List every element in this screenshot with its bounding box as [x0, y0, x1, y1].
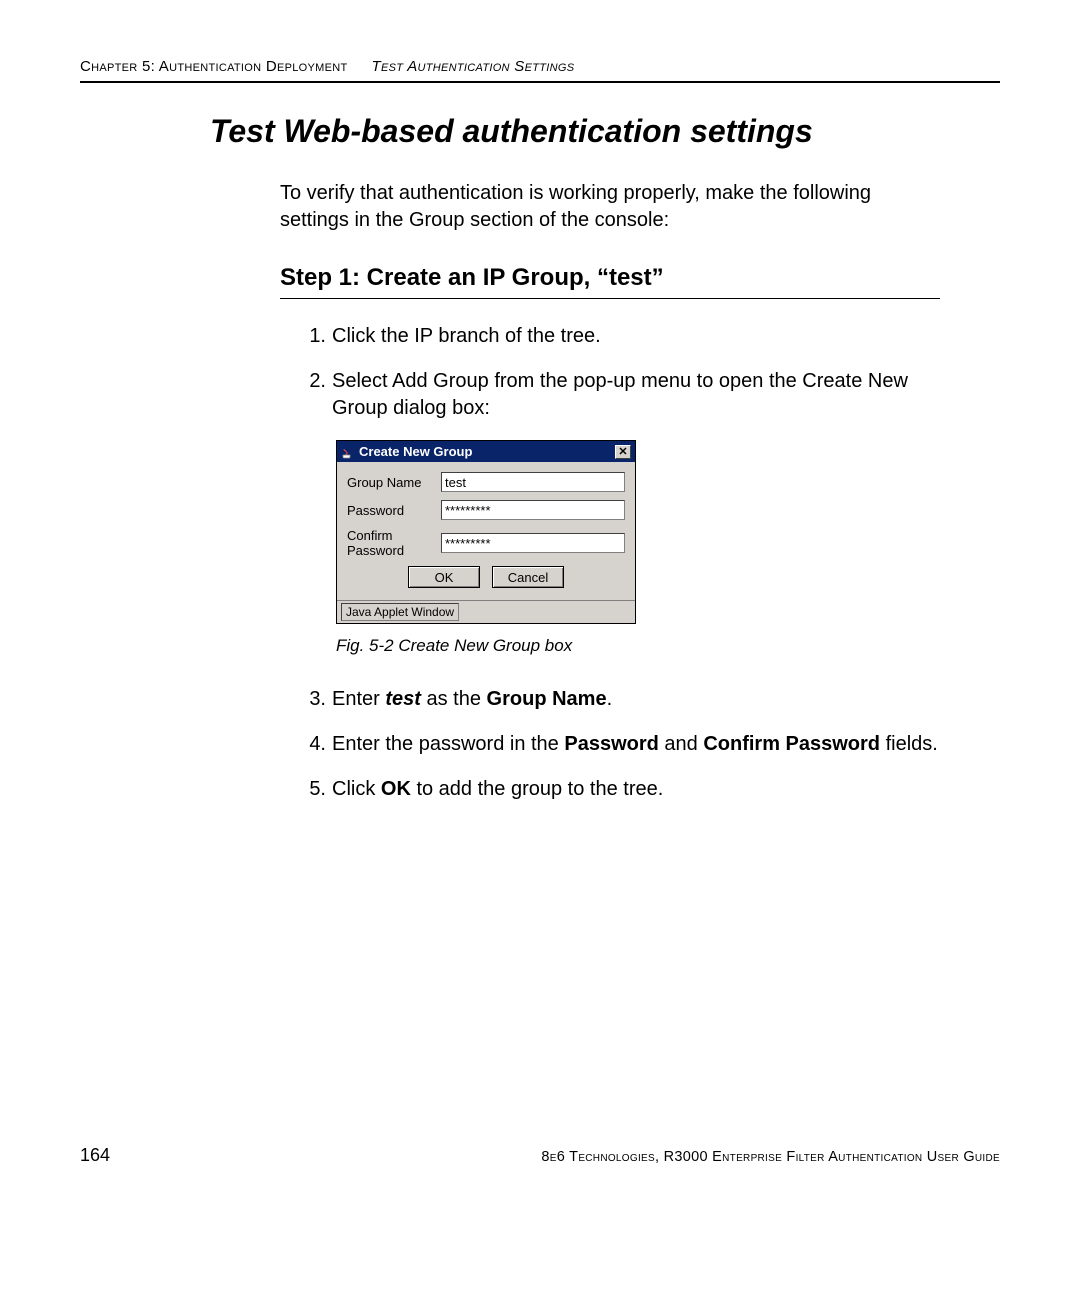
running-header: Chapter 5: Authentication Deployment Tes…: [80, 58, 1000, 83]
list-item: 4. Enter the password in the Password an…: [302, 731, 940, 758]
page-footer: 164 8e6 Technologies, R3000 Enterprise F…: [80, 1145, 1000, 1166]
password-input[interactable]: [441, 500, 625, 520]
dialog-status-bar: Java Applet Window: [337, 600, 635, 623]
footer-text: 8e6 Technologies, R3000 Enterprise Filte…: [541, 1149, 1000, 1165]
group-name-label: Group Name: [347, 475, 441, 490]
status-text: Java Applet Window: [341, 603, 459, 621]
confirm-password-label: Confirm Password: [347, 528, 441, 558]
java-icon: [341, 445, 355, 459]
form-row-password: Password: [347, 500, 625, 520]
list-text: Click the IP branch of the tree.: [332, 323, 940, 350]
dialog-titlebar: Create New Group ✕: [337, 441, 635, 462]
list-text: Select Add Group from the pop-up menu to…: [332, 368, 940, 422]
figure: Create New Group ✕ Group Name Password C…: [336, 440, 1000, 624]
list-number: 3.: [302, 686, 332, 713]
close-button[interactable]: ✕: [615, 445, 631, 459]
intro-paragraph: To verify that authentication is working…: [280, 180, 940, 234]
list-number: 1.: [302, 323, 332, 350]
list-item: 1. Click the IP branch of the tree.: [302, 323, 940, 350]
cancel-button[interactable]: Cancel: [492, 566, 564, 588]
header-chapter: Chapter 5: Authentication Deployment: [80, 58, 348, 75]
create-new-group-dialog: Create New Group ✕ Group Name Password C…: [336, 440, 636, 624]
password-label: Password: [347, 503, 441, 518]
dialog-title-text: Create New Group: [359, 444, 472, 459]
group-name-input[interactable]: [441, 472, 625, 492]
figure-caption: Fig. 5-2 Create New Group box: [336, 636, 1000, 656]
list-number: 2.: [302, 368, 332, 422]
step-heading: Step 1: Create an IP Group, “test”: [280, 264, 940, 299]
list-number: 5.: [302, 776, 332, 803]
list-text: Enter test as the Group Name.: [332, 686, 940, 713]
header-section: Test Authentication Settings: [372, 58, 575, 75]
confirm-password-input[interactable]: [441, 533, 625, 553]
list-item: 5. Click OK to add the group to the tree…: [302, 776, 940, 803]
ok-button[interactable]: OK: [408, 566, 480, 588]
list-item: 2. Select Add Group from the pop-up menu…: [302, 368, 940, 422]
dialog-body: Group Name Password Confirm Password OK …: [337, 462, 635, 600]
list-item: 3. Enter test as the Group Name.: [302, 686, 940, 713]
list-text: Enter the password in the Password and C…: [332, 731, 940, 758]
step-list-top: 1. Click the IP branch of the tree. 2. S…: [302, 323, 940, 422]
page-number: 164: [80, 1145, 110, 1166]
step-list-bottom: 3. Enter test as the Group Name. 4. Ente…: [302, 686, 940, 803]
list-text: Click OK to add the group to the tree.: [332, 776, 940, 803]
form-row-group-name: Group Name: [347, 472, 625, 492]
page-title: Test Web-based authentication settings: [210, 113, 1000, 150]
dialog-button-row: OK Cancel: [347, 566, 625, 588]
form-row-confirm-password: Confirm Password: [347, 528, 625, 558]
list-number: 4.: [302, 731, 332, 758]
